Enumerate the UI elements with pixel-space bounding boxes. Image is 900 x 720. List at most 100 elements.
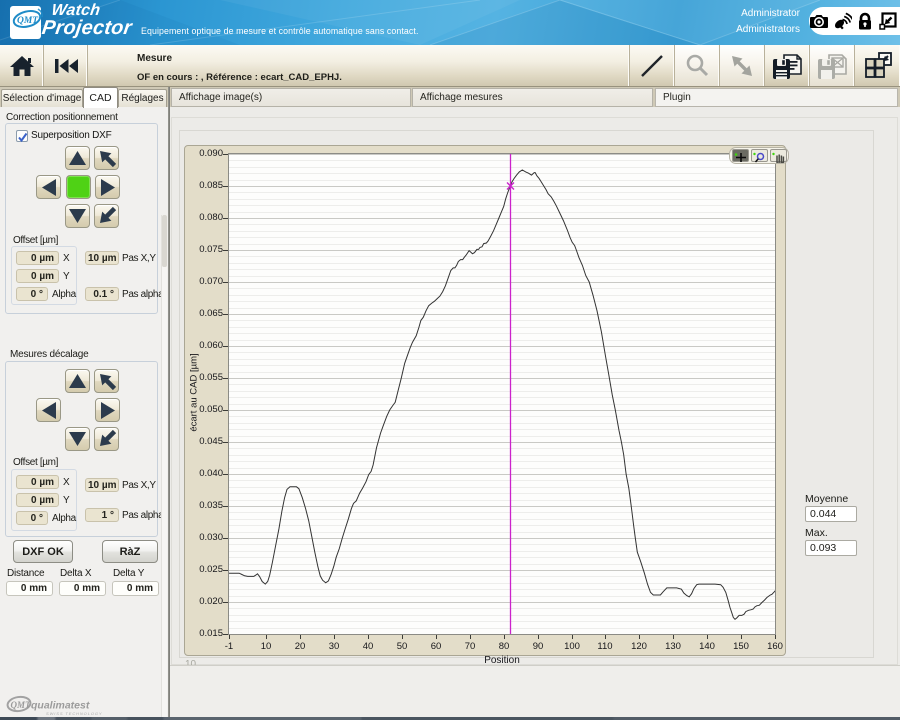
y-tick: [223, 378, 228, 379]
rewind-button[interactable]: [44, 45, 88, 86]
group1-offset-y-field[interactable]: 0 µm: [16, 269, 59, 283]
user-name: Administrator: [741, 8, 800, 19]
raz-button[interactable]: RàZ: [102, 540, 158, 563]
group1-pas-alpha-label: Pas alpha: [122, 289, 163, 300]
rewind-icon: [53, 57, 79, 75]
group2-offset-x-field[interactable]: 0 µm: [16, 475, 59, 489]
delta-y-field[interactable]: 0 mm: [112, 581, 159, 596]
dxf-ok-button[interactable]: DXF OK: [13, 540, 73, 563]
pad2-downleft-button[interactable]: [94, 427, 119, 451]
export-grid-icon: [861, 49, 895, 83]
x-tick: [538, 635, 539, 639]
x-tick-label: 60: [421, 641, 451, 652]
x-tick: [300, 635, 301, 639]
pad1-up-button[interactable]: [65, 146, 90, 170]
group1-title: Correction positionnement: [6, 112, 118, 123]
header-pattern: [0, 0, 900, 45]
x-tick-label: 130: [658, 641, 688, 652]
graph-palette: [729, 147, 789, 164]
group1-pas-xy-field[interactable]: 10 µm: [85, 251, 119, 265]
group2-pas-alpha-field[interactable]: 1 °: [85, 508, 119, 522]
y-tick: [223, 570, 228, 571]
pad1-down-button[interactable]: [65, 204, 90, 228]
chart-plot-area[interactable]: [228, 153, 776, 635]
group2-title: Mesures décalage: [10, 349, 89, 360]
superposition-dxf-checkbox[interactable]: [16, 130, 28, 142]
tab-cad[interactable]: CAD: [83, 87, 118, 108]
group1-pas-alpha-field[interactable]: 0.1 °: [85, 287, 119, 301]
group2-pas-xy-field[interactable]: 10 µm: [85, 478, 119, 492]
export-grid-button[interactable]: [855, 45, 900, 86]
arrow-downleft-icon: [98, 207, 116, 225]
lock-icon[interactable]: [855, 11, 876, 31]
max-field[interactable]: 0.093: [805, 540, 857, 556]
pad2-left-button[interactable]: [36, 398, 61, 422]
measure-title: Mesure: [137, 53, 172, 64]
max-label: Max.: [805, 527, 828, 539]
pan-tool-button[interactable]: [770, 149, 787, 162]
pad2-right-button[interactable]: [95, 398, 120, 422]
group2-offset-title: Offset [µm]: [13, 457, 58, 468]
qualimatest-logo: QMT qualimatest SWISS TECHNOLOGY: [5, 693, 165, 717]
group2-offset-alpha-label: Alpha: [52, 513, 76, 524]
delta-x-field[interactable]: 0 mm: [59, 581, 106, 596]
group1-offset-x-field[interactable]: 0 µm: [16, 251, 59, 265]
pad2-down-button[interactable]: [65, 427, 90, 451]
home-button[interactable]: [0, 45, 44, 86]
watchprojector-window: QMT Watch Projector Equipement optique d…: [0, 0, 900, 720]
sidebar-scrollbar[interactable]: [161, 215, 167, 720]
tab-selection-image-label: Sélection d'image: [3, 93, 82, 104]
zoom-tool-button[interactable]: [751, 149, 768, 162]
y-tick-label: 0.025: [189, 564, 223, 575]
x-tick-label: 30: [319, 641, 349, 652]
x-tick-label: 10: [251, 641, 281, 652]
tab-plugin[interactable]: Plugin: [655, 88, 898, 107]
x-tick-label: 150: [726, 641, 756, 652]
group2-pas-alpha-label: Pas alpha: [122, 510, 163, 521]
cad-sidebar: Correction positionnement Superposition …: [0, 107, 169, 717]
measure-title-cell: Mesure OF en cours : , Référence : ecart…: [88, 45, 630, 86]
x-tick: [504, 635, 505, 639]
pad2-upleft-button[interactable]: [94, 369, 119, 393]
x-tick: [436, 635, 437, 639]
group1-offset-title: Offset [µm]: [13, 235, 58, 246]
pad1-upleft-button[interactable]: [94, 146, 119, 170]
group1-pas-xy-label: Pas X,Y: [122, 253, 156, 264]
save-image-button[interactable]: [810, 45, 855, 86]
y-tick: [223, 538, 228, 539]
distance-field[interactable]: 0 mm: [6, 581, 53, 596]
exit-window-icon[interactable]: [877, 11, 898, 31]
x-tick: [368, 635, 369, 639]
tab-selection-image[interactable]: Sélection d'image: [1, 89, 83, 107]
mean-field[interactable]: 0.044: [805, 506, 857, 522]
tab-reglages[interactable]: Réglages: [118, 89, 167, 107]
line-tool-button[interactable]: [630, 45, 675, 86]
search-button[interactable]: [675, 45, 720, 86]
footer-area: [170, 666, 900, 717]
pad1-center-button[interactable]: [66, 175, 91, 199]
group2-offset-y-field[interactable]: 0 µm: [16, 493, 59, 507]
y-tick: [223, 314, 228, 315]
x-tick-label: -1: [214, 641, 244, 652]
pad1-right-button[interactable]: [95, 175, 120, 199]
group2-offset-alpha-field[interactable]: 0 °: [16, 511, 48, 525]
tab-affichage-images[interactable]: Affichage image(s): [171, 88, 411, 107]
cursor-move-tool-button[interactable]: [732, 149, 749, 162]
y-tick-label: 0.035: [189, 500, 223, 511]
group1-offset-alpha-field[interactable]: 0 °: [16, 287, 48, 301]
sidebar-scrollbar-thumb[interactable]: [162, 215, 167, 267]
save-report-button[interactable]: [765, 45, 810, 86]
pad1-downleft-button[interactable]: [94, 204, 119, 228]
y-tick-label: 0.080: [189, 212, 223, 223]
pad1-left-button[interactable]: [36, 175, 61, 199]
satellite-icon[interactable]: [832, 11, 853, 31]
checkmark-icon: [17, 132, 29, 144]
delta-x-label: Delta X: [60, 568, 91, 579]
x-tick-label: 90: [523, 641, 553, 652]
pad2-up-button[interactable]: [65, 369, 90, 393]
camera-icon[interactable]: [809, 11, 830, 31]
resize-button[interactable]: [720, 45, 765, 86]
x-tick: [775, 635, 776, 639]
tab-affichage-mesures[interactable]: Affichage mesures: [412, 88, 653, 107]
x-tick-label: 20: [285, 641, 315, 652]
